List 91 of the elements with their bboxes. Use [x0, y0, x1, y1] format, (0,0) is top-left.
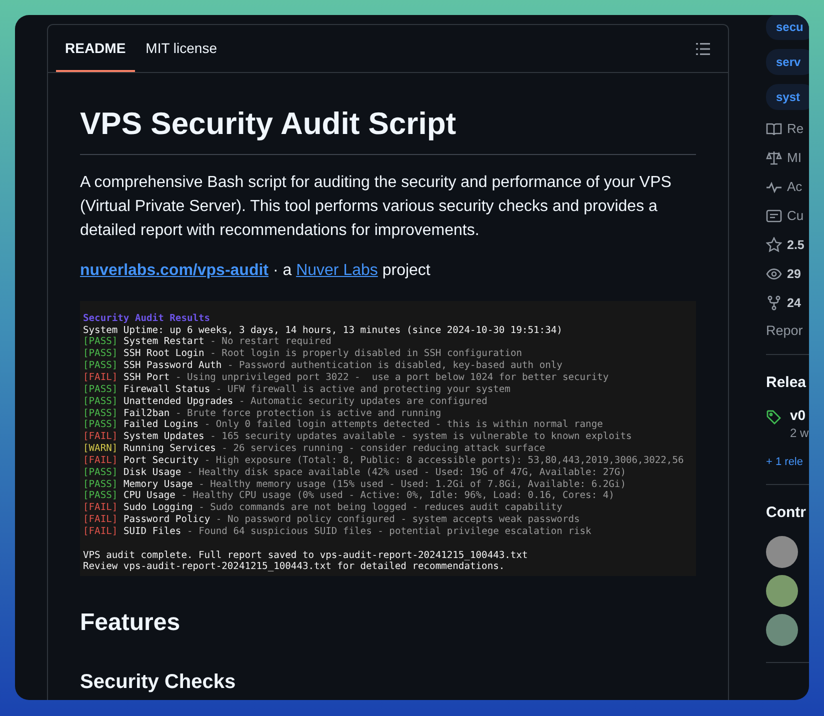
check-status: [FAIL] [83, 431, 118, 442]
check-name: SSH Root Login [123, 348, 204, 360]
avatar[interactable] [766, 614, 798, 646]
project-credit: nuverlabs.com/vps-audit · a Nuver Labs project [80, 260, 432, 281]
check-status: [PASS] [83, 408, 118, 418]
more-releases-link[interactable]: + 1 rele [766, 456, 803, 468]
check-name: Memory Usage [123, 478, 193, 490]
release-date: 2 w [790, 426, 809, 440]
check-detail: - Found 64 suspicious SUID files - potential privilege escalation risk [187, 526, 592, 537]
subsection-heading: Security Checks [80, 670, 237, 695]
book-icon [766, 120, 782, 136]
check-name: SUID Files [123, 526, 182, 537]
check-detail: - Healthy CPU usage (0% used - Active: 0%, Idle: 96%, Load: 0.16, Cores: 4) [181, 490, 614, 502]
contributors-heading: Contr [766, 504, 806, 521]
check-detail: - Healthy memory usage (15% used - Used: 1.2Gi of 7.8Gi, Available: 6.2Gi) [198, 478, 626, 490]
sidebar-link[interactable]: Ac [787, 179, 802, 194]
check-detail: - Brute force protection is active and running [175, 408, 442, 418]
check-detail: - Using unprivileged port 3022 - use a port below 1024 for better security [175, 372, 609, 383]
check-status: [PASS] [83, 348, 118, 360]
check-name: Port Security [123, 454, 199, 466]
sidebar-link[interactable]: Re [787, 121, 804, 136]
sidebar-link[interactable]: 24 [787, 296, 801, 310]
org-link[interactable]: Nuver Labs [296, 262, 378, 279]
star-icon [766, 236, 782, 252]
check-name: SSH Port [123, 372, 170, 383]
terminal-line: VPS audit complete. Full report saved to vps-audit-report-20241215_100443.txt [83, 550, 529, 562]
readme-title: VPS Security Audit Script [80, 105, 696, 155]
terminal-line: Review vps-audit-report-20241215_100443.txt for detailed recommendations. [83, 561, 506, 574]
check-name: Sudo Logging [123, 502, 193, 514]
avatar[interactable] [766, 575, 798, 607]
check-detail: - Password authentication is disabled, key-based auth only [227, 360, 562, 372]
check-detail: - UFW firewall is active and protecting your system [216, 384, 510, 395]
outline-list-icon[interactable] [695, 40, 711, 56]
check-status: [FAIL] [83, 372, 118, 383]
topic-tag[interactable]: serv [766, 49, 809, 75]
check-status: [PASS] [83, 478, 118, 490]
check-detail: - 26 services running - consider reducing attack surface [222, 443, 546, 454]
scale-icon [766, 150, 782, 166]
check-name: System Restart [123, 336, 204, 348]
check-name: SSH Password Auth [123, 360, 222, 372]
check-status: [FAIL] [83, 514, 118, 526]
check-status: [PASS] [83, 490, 118, 502]
terminal-heading: Security Audit Results [83, 312, 212, 325]
check-name: Fail2ban [123, 408, 170, 418]
topic-tag[interactable]: syst [766, 84, 809, 110]
check-name: Failed Logins [123, 419, 199, 430]
check-status: [FAIL] [83, 526, 118, 537]
check-status: [PASS] [83, 360, 118, 372]
fork-icon [766, 294, 782, 310]
check-detail: - No password policy configured - system accepts weak passwords [216, 514, 580, 526]
check-name: CPU Usage [123, 490, 176, 502]
intro-paragraph: A comprehensive Bash script for auditing the security and performance of your VPS (Virtual Private Server). This tool performs various security checks and provides a detailed report with recommendations for improvements. [80, 172, 672, 241]
check-status: [PASS] [83, 466, 118, 478]
tag-icon [766, 409, 782, 425]
readme-tab[interactable]: README [56, 25, 135, 72]
check-detail: - Root login is properly disabled in SSH configuration [210, 348, 522, 360]
sidebar-link[interactable]: MI [787, 150, 802, 165]
report-link[interactable]: Repor [766, 323, 803, 338]
check-name: Firewall Status [123, 384, 210, 395]
check-detail: - 165 security updates available - system is vulnerable to known exploits [210, 431, 632, 442]
card-icon [766, 208, 782, 224]
check-name: Unattended Upgrades [123, 396, 234, 407]
check-name: Disk Usage [123, 466, 182, 478]
check-name: Running Services [123, 443, 216, 454]
check-status: [PASS] [83, 396, 118, 407]
check-status: [WARN] [83, 443, 118, 454]
check-status: [PASS] [83, 384, 118, 395]
topic-tag[interactable]: secu [766, 15, 809, 40]
check-name: System Updates [123, 431, 204, 442]
check-status: [PASS] [83, 419, 118, 430]
readme-tab[interactable]: MIT license [136, 25, 226, 72]
check-status: [FAIL] [83, 502, 118, 514]
releases-heading: Relea [766, 374, 806, 391]
sidebar-link[interactable]: Cu [787, 208, 804, 223]
release-link[interactable]: v0 [790, 407, 809, 423]
eye-icon [766, 266, 782, 282]
check-detail: - No restart required [210, 336, 332, 348]
check-status: [FAIL] [83, 454, 118, 466]
sidebar-link[interactable]: 2.5 [787, 238, 804, 252]
check-detail: - Healthy disk space available (42% used - Used: 19G of 47G, Available: 27G) [187, 466, 626, 478]
section-heading: Features [80, 608, 182, 638]
check-name: Password Policy [123, 514, 210, 526]
check-detail: - Automatic security updates are configured [239, 396, 488, 407]
site-link[interactable]: nuverlabs.com/vps-audit [80, 262, 268, 279]
check-detail: - Sudo commands are not being logged - reduces audit capability [198, 502, 562, 514]
avatar[interactable] [766, 536, 798, 568]
check-detail: - Only 0 failed login attempts detected - this is within normal range [204, 419, 603, 430]
terminal-line: System Uptime: up 6 weeks, 3 days, 14 hours, 13 minutes (since 2024-10-30 19:51:34) [83, 324, 564, 336]
check-detail: - High exposure (Total: 8, Public: 8 accessible ports): 53,80,443,2019,3006,3022,56 [204, 454, 684, 466]
check-status: [PASS] [83, 336, 118, 348]
sidebar-link[interactable]: 29 [787, 266, 801, 280]
